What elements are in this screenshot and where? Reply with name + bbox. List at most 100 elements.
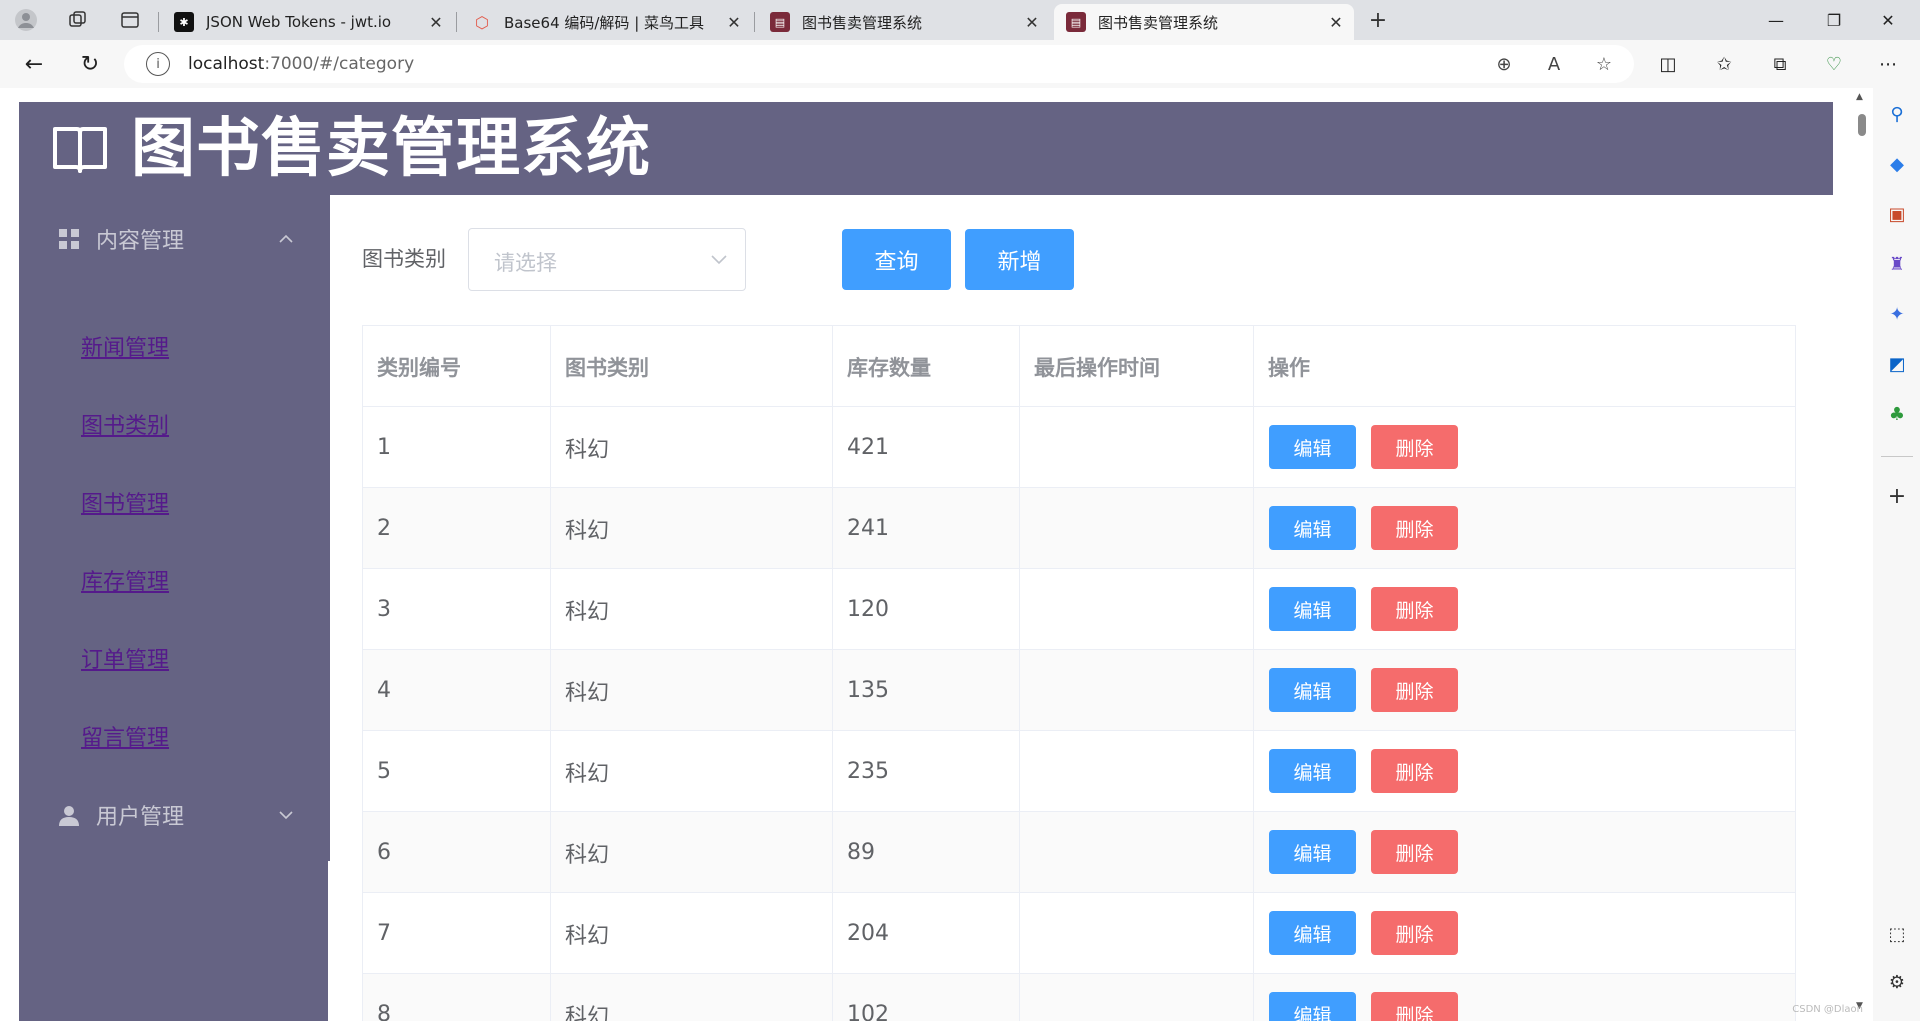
sidebar-item-inventory[interactable]: 库存管理 (81, 564, 169, 596)
cell-category: 科幻 (551, 731, 833, 812)
tree-icon[interactable]: ♣ (1883, 400, 1911, 428)
category-table: 类别编号 图书类别 库存数量 最后操作时间 操作 1 科幻 421 编辑 删除 2 科幻 24… (362, 325, 1796, 1021)
shopping-tag-icon[interactable]: ◆ (1883, 150, 1911, 178)
tab-bookstore-active[interactable]: ▤ 图书售卖管理系统 ✕ (1054, 4, 1354, 40)
edit-button[interactable]: 编辑 (1269, 506, 1356, 550)
user-icon (59, 806, 79, 826)
watermark-text: CSDN @Dlaon (1792, 1004, 1863, 1015)
cell-actions: 编辑 删除 (1254, 650, 1796, 731)
workspaces-icon[interactable] (66, 8, 90, 32)
favorites-icon[interactable]: ✩ (1710, 50, 1738, 78)
table-header-row: 类别编号 图书类别 库存数量 最后操作时间 操作 (363, 326, 1795, 407)
sidebar-item-orders[interactable]: 订单管理 (81, 642, 169, 674)
refresh-icon[interactable]: ↻ (74, 50, 106, 78)
table-row: 7 科幻 204 编辑 删除 (363, 893, 1795, 974)
cell-last-op-time (1020, 650, 1254, 731)
more-icon[interactable]: ⋯ (1874, 50, 1902, 78)
add-icon[interactable]: + (1883, 482, 1911, 510)
cell-last-op-time (1020, 731, 1254, 812)
minimize-icon[interactable]: — (1756, 6, 1796, 34)
new-tab-icon[interactable]: + (1366, 8, 1390, 33)
delete-button[interactable]: 删除 (1371, 506, 1458, 550)
cell-stock: 89 (833, 812, 1020, 893)
cell-category: 科幻 (551, 488, 833, 569)
cell-actions: 编辑 删除 (1254, 812, 1796, 893)
screenshot-icon[interactable]: ⬚ (1883, 920, 1911, 948)
vertical-scrollbar[interactable]: ▲ ▼ (1851, 88, 1873, 1021)
window-close-icon[interactable]: ✕ (1868, 6, 1908, 34)
tab-base64[interactable]: ⬡ Base64 编码/解码 | 菜鸟工具 ✕ (460, 4, 752, 40)
search-icon[interactable]: ⚲ (1883, 100, 1911, 128)
cell-actions: 编辑 删除 (1254, 488, 1796, 569)
url-text[interactable]: localhost:7000/#/category (188, 54, 414, 74)
cell-id: 3 (363, 569, 551, 650)
tab-actions-icon[interactable] (118, 8, 142, 32)
query-button[interactable]: 查询 (842, 229, 951, 290)
delete-button[interactable]: 删除 (1371, 749, 1458, 793)
delete-button[interactable]: 删除 (1371, 425, 1458, 469)
delete-button[interactable]: 删除 (1371, 830, 1458, 874)
chevron-down-icon (279, 811, 293, 820)
tab-jwt[interactable]: ✱ JSON Web Tokens - jwt.io ✕ (162, 4, 454, 40)
zoom-icon[interactable]: ⊕ (1490, 52, 1518, 76)
close-icon[interactable]: ✕ (424, 13, 448, 32)
column-header-actions: 操作 (1268, 355, 1310, 380)
close-icon[interactable]: ✕ (1324, 13, 1348, 32)
book-favicon-icon: ▤ (1066, 12, 1086, 32)
edit-button[interactable]: 编辑 (1269, 425, 1356, 469)
scrollbar-thumb[interactable] (1858, 114, 1866, 136)
column-header-stock: 库存数量 (833, 326, 1020, 407)
edit-button[interactable]: 编辑 (1269, 587, 1356, 631)
delete-button[interactable]: 删除 (1371, 911, 1458, 955)
menu-group-label: 内容管理 (96, 229, 185, 254)
close-icon[interactable]: ✕ (1020, 13, 1044, 32)
info-icon[interactable]: i (146, 52, 170, 76)
edit-button[interactable]: 编辑 (1269, 749, 1356, 793)
column-header-category: 图书类别 (551, 326, 833, 407)
copilot-icon[interactable]: ✦ (1883, 300, 1911, 328)
delete-button[interactable]: 删除 (1371, 587, 1458, 631)
address-bar[interactable]: i localhost:7000/#/category ⊕ A ☆ (124, 45, 1634, 83)
profile-avatar-icon[interactable] (14, 8, 38, 32)
main-content: 图书类别 请选择 查询 新增 类别编号 图书类别 库存数量 最后操作时间 操作 … (330, 195, 1833, 1021)
sidebar-item-books[interactable]: 图书管理 (81, 486, 169, 518)
cell-id: 2 (363, 488, 551, 569)
menu-group-content[interactable]: 内容管理 (19, 209, 330, 269)
table-row: 8 科幻 102 编辑 删除 (363, 974, 1795, 1021)
restore-icon[interactable]: ❐ (1814, 6, 1854, 34)
back-icon[interactable]: ← (18, 50, 50, 78)
settings-gear-icon[interactable]: ⚙ (1883, 968, 1911, 996)
browser-essentials-icon[interactable]: ♡ (1820, 50, 1848, 78)
edit-button[interactable]: 编辑 (1269, 668, 1356, 712)
browser-tab-bar: ✱ JSON Web Tokens - jwt.io ✕ ⬡ Base64 编码… (0, 0, 1920, 40)
cell-id: 4 (363, 650, 551, 731)
cell-last-op-time (1020, 812, 1254, 893)
tab-bookstore-1[interactable]: ▤ 图书售卖管理系统 ✕ (758, 4, 1050, 40)
menu-group-users[interactable]: 用户管理 (19, 785, 330, 845)
close-icon[interactable]: ✕ (722, 13, 746, 32)
add-button[interactable]: 新增 (965, 229, 1074, 290)
jwt-favicon-icon: ✱ (174, 12, 194, 32)
favorite-star-icon[interactable]: ☆ (1590, 52, 1618, 76)
edit-button[interactable]: 编辑 (1269, 830, 1356, 874)
runoob-favicon-icon: ⬡ (475, 12, 489, 32)
split-screen-icon[interactable]: ◫ (1654, 50, 1682, 78)
cell-category: 科幻 (551, 569, 833, 650)
collections-icon[interactable]: ⧉ (1766, 50, 1794, 78)
cell-actions: 编辑 删除 (1254, 893, 1796, 974)
games-icon[interactable]: ♜ (1883, 250, 1911, 278)
sidebar-item-news[interactable]: 新闻管理 (81, 330, 169, 362)
edit-button[interactable]: 编辑 (1269, 911, 1356, 955)
sidebar-item-messages[interactable]: 留言管理 (81, 720, 169, 752)
delete-button[interactable]: 删除 (1371, 668, 1458, 712)
cell-actions: 编辑 删除 (1254, 407, 1796, 488)
sidebar-item-book-category[interactable]: 图书类别 (81, 408, 169, 440)
read-aloud-icon[interactable]: A (1540, 52, 1568, 76)
cell-id: 7 (363, 893, 551, 974)
outlook-icon[interactable]: ◩ (1883, 350, 1911, 378)
scroll-up-icon[interactable]: ▲ (1856, 92, 1863, 102)
category-select[interactable]: 请选择 (468, 228, 746, 291)
edit-button[interactable]: 编辑 (1269, 992, 1356, 1021)
delete-button[interactable]: 删除 (1371, 992, 1458, 1021)
tools-briefcase-icon[interactable]: ▣ (1883, 200, 1911, 228)
